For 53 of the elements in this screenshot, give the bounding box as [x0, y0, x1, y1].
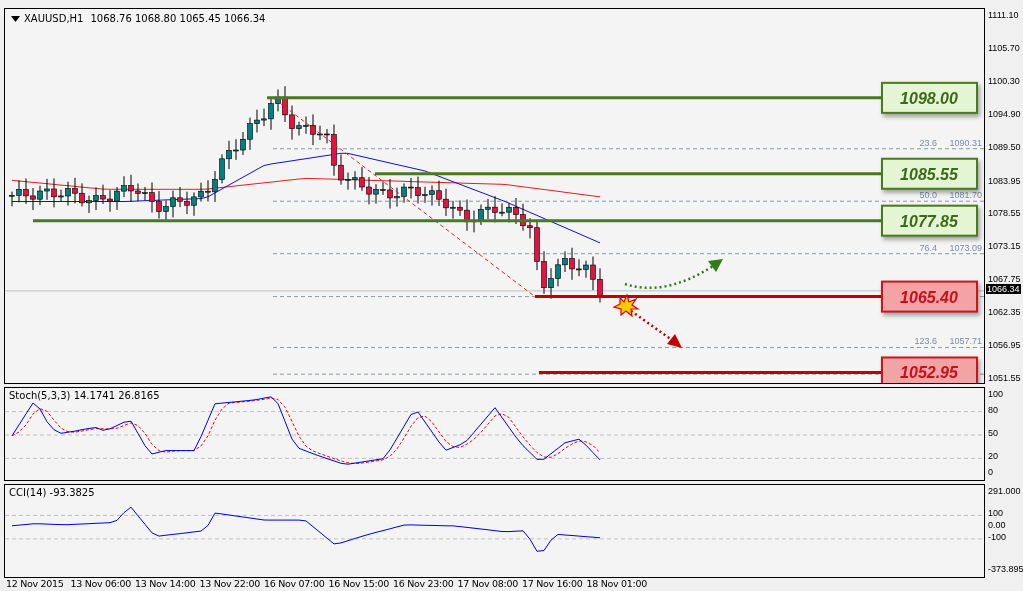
time-axis-label: 17 Nov 16:00 [522, 578, 584, 589]
time-axis-label: 13 Nov 14:00 [135, 578, 197, 589]
indicator-label: CCI(14) -93.3825 [9, 487, 95, 498]
indicator-label: Stoch(5,3,3) 14.1741 26.8165 [9, 390, 160, 401]
stochastic-axis-label: 20 [988, 451, 998, 462]
price-axis-label: 1111.10 [988, 10, 1019, 20]
price-level-label: 1052.95 [881, 356, 978, 383]
fib-ratio-label: 76.4 [919, 242, 937, 253]
price-axis-label: 1100.30 [988, 75, 1020, 86]
time-axis-label: 16 Nov 23:00 [393, 578, 455, 589]
stochastic-axis-label: 0 [988, 467, 993, 477]
stochastic-axis-label: 50 [988, 428, 998, 438]
price-axis-label: 1105.70 [988, 42, 1020, 53]
time-axis-label: 16 Nov 07:00 [264, 578, 326, 589]
fib-price-label: 1081.70 [949, 190, 982, 201]
price-axis-label: 1056.95 [988, 340, 1021, 351]
cci-axis-label: 100 [988, 508, 1004, 519]
fib-ratio-label: 123.6 [914, 336, 937, 347]
price-axis-label: 1094.90 [988, 108, 1021, 119]
price-axis-label: 1067.75 [988, 274, 1021, 285]
price-axis-label: 1078.55 [988, 208, 1021, 219]
price-axis-label: 1062.35 [988, 307, 1021, 318]
price-level-label: 1098.00 [881, 81, 978, 114]
price-axis-label: 1073.15 [988, 241, 1021, 252]
time-axis-label: 16 Nov 15:00 [328, 578, 390, 589]
time-axis-label: 13 Nov 06:00 [70, 578, 132, 589]
time-axis-label: 18 Nov 01:00 [586, 578, 648, 589]
stochastic-axis-label: 100 [988, 389, 1004, 399]
fib-price-label: 1057.71 [949, 336, 982, 347]
burst-icon [612, 293, 640, 318]
price-axis-label: 1083.95 [988, 175, 1021, 186]
dropdown-triangle-icon[interactable] [11, 15, 20, 22]
fib-price-label: 1090.31 [949, 137, 982, 148]
current-price-tag: 1066.34 [986, 283, 1021, 294]
cci-axis-label: -373.895 [988, 564, 1023, 574]
cci-axis-label: 291.000 [988, 486, 1021, 496]
cci-axis-label: 0.00 [988, 520, 1006, 531]
price-axis-label: 1051.55 [988, 373, 1021, 383]
fib-price-label: 1073.09 [949, 242, 982, 253]
price-axis-label: 1089.50 [988, 141, 1021, 152]
time-axis-label: 13 Nov 22:00 [199, 578, 261, 589]
chart-symbol: XAUUSD,H1 [24, 13, 84, 24]
cci-axis-label: -100 [988, 531, 1006, 542]
up-arrow-icon [624, 259, 723, 289]
fib-ratio-label: 23.6 [919, 137, 937, 148]
price-level-label: 1077.85 [881, 204, 978, 237]
stochastic-axis-label: 80 [988, 404, 998, 415]
ohlc-values: 1068.76 1068.80 1065.45 1066.34 [90, 13, 266, 24]
time-axis-label: 17 Nov 08:00 [457, 578, 519, 589]
price-level-label: 1085.55 [881, 157, 978, 190]
price-level-label: 1065.40 [881, 280, 978, 313]
time-axis-label: 12 Nov 2015 [6, 578, 65, 589]
fib-ratio-label: 50.0 [919, 190, 937, 201]
